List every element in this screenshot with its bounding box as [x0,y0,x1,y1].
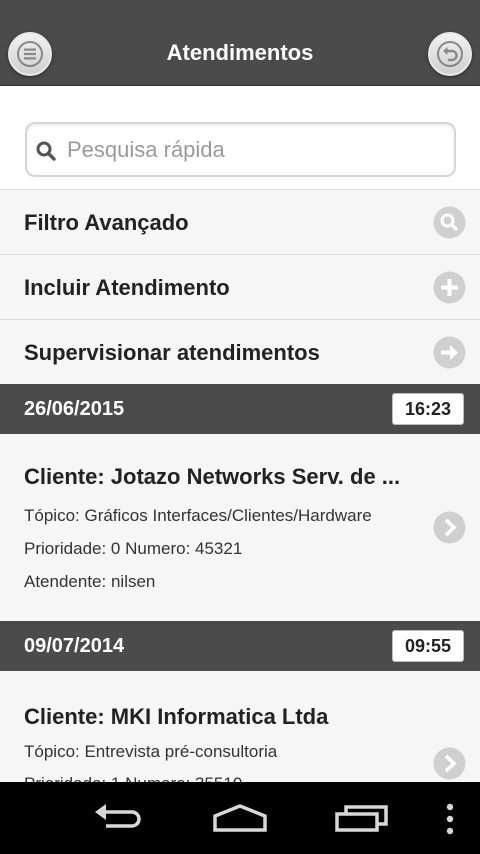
nav-home-icon[interactable] [212,800,268,836]
topic-text: Tópico: Entrevista pré-consultoria [24,742,278,761]
priority-text: Prioridade: 1 Numero: 35510 [24,774,242,782]
filter-advanced-item[interactable]: Filtro Avançado [0,190,480,255]
chevron-right-icon [433,747,466,780]
page-title: Atendimentos [166,40,314,65]
menu-item-label: Filtro Avançado [24,210,189,235]
add-service-item[interactable]: Incluir Atendimento [0,255,480,320]
back-button[interactable] [428,32,472,76]
group-time-badge: 09:55 [392,630,464,662]
arrow-right-icon [433,336,466,369]
system-navigation-bar [0,782,480,854]
client-name: Cliente: Jotazo Networks Serv. de ... [24,464,401,489]
date-divider: 26/06/2015 16:23 [0,384,480,434]
date-divider: 09/07/2014 09:55 [0,621,480,671]
attendant-text: Atendente: nilsen [24,572,156,591]
app-header: Atendimentos [0,0,480,86]
group-date: 26/06/2015 [24,398,125,420]
group-time-badge: 16:23 [392,393,464,425]
search-input[interactable] [67,132,437,168]
menu-item-label: Incluir Atendimento [24,275,230,300]
search-icon [433,206,466,239]
priority-text: Prioridade: 0 Numero: 45321 [24,539,243,558]
service-list-item[interactable]: Cliente: Jotazo Networks Serv. de ... Tó… [0,434,480,621]
plus-icon [433,271,466,304]
client-name: Cliente: MKI Informatica Ltda [24,704,329,729]
nav-overflow-icon[interactable] [444,800,456,836]
search-section [0,86,480,190]
menu-item-label: Supervisionar atendimentos [24,340,320,365]
service-list-item[interactable]: Cliente: MKI Informatica Ltda Tópico: En… [0,671,480,782]
group-date: 09/07/2014 [24,635,125,657]
search-icon [36,141,56,161]
chevron-right-icon [433,511,466,544]
topic-text: Tópico: Gráficos Interfaces/Clientes/Har… [24,506,372,525]
search-box[interactable] [25,122,456,177]
nav-recents-icon[interactable] [334,800,390,836]
nav-back-icon[interactable] [92,800,148,836]
supervise-services-item[interactable]: Supervisionar atendimentos [0,320,480,385]
back-arrow-icon [437,41,463,67]
